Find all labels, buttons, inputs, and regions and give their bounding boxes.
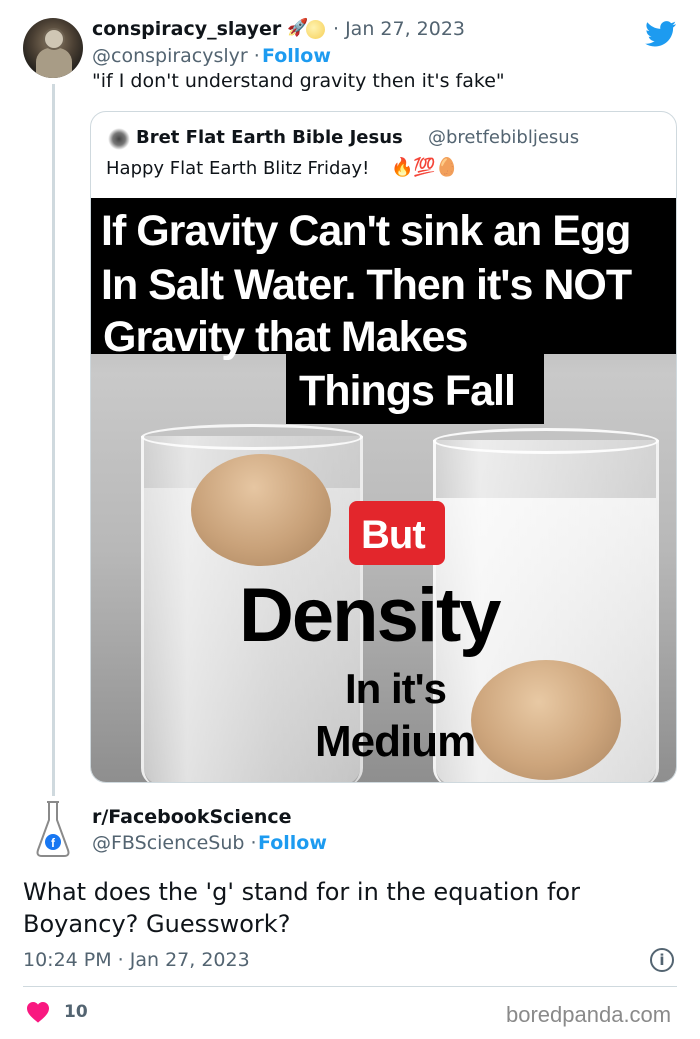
medium-label: Medium [315,717,476,766]
glass-rim-left [141,424,363,450]
reply-author-handle[interactable]: @FBScienceSub · [92,832,257,854]
reply-text: What does the 'g' stand for in the equat… [23,878,580,938]
meme-line-1: If Gravity Can't sink an Egg [101,207,631,255]
quoted-author-handle[interactable]: @bretfebibljesus [428,127,579,148]
author-handle[interactable]: @conspiracyslyr · [92,45,260,67]
meme-image[interactable]: If Gravity Can't sink an Egg In Salt Wat… [91,198,676,782]
like-count[interactable]: 10 [64,1002,88,1022]
author-name[interactable]: conspiracy_slayer [92,18,281,40]
info-icon[interactable]: i [650,948,674,972]
follow-button[interactable]: Follow [262,45,331,67]
reply-author-name[interactable]: r/FacebookScience [92,806,292,828]
quoted-author-name[interactable]: Bret Flat Earth Bible Jesus [136,127,403,148]
astronaut-body [36,48,72,78]
quoted-tweet[interactable]: Bret Flat Earth Bible Jesus @bretfebiblj… [90,111,677,783]
quoted-avatar[interactable] [108,128,130,150]
quoted-emojis: 🔥💯🥚 [391,157,459,178]
tweet-date[interactable]: · Jan 27, 2023 [333,18,465,40]
heart-icon[interactable] [26,1001,50,1023]
quoted-tweet-text: Happy Flat Earth Blitz Friday! [106,158,370,179]
density-label: Density [239,573,502,658]
watermark: boredpanda.com [506,1002,672,1027]
divider [23,986,677,987]
tweet-text: "if I don't understand gravity then it's… [92,70,505,92]
glass-rim-right [433,428,659,454]
meme-line-4: Things Fall [299,367,516,415]
in-its-label: In it's [345,665,447,712]
meme-line-2: In Salt Water. Then it's NOT [101,261,632,309]
egg-floating [191,454,331,566]
meme-line-3: Gravity that Makes [103,313,468,361]
moon-icon [306,20,325,39]
egg-sunk [471,660,621,780]
reply-timestamp[interactable]: 10:24 PM · Jan 27, 2023 [23,949,250,971]
flask-avatar-icon[interactable]: f [36,800,70,858]
reply-follow-button[interactable]: Follow [258,832,327,854]
avatar[interactable] [23,18,83,78]
twitter-bird-icon[interactable] [645,21,677,47]
thread-line [52,84,55,796]
astronaut-helmet [43,28,65,50]
but-label: But [361,513,426,557]
rocket-icon: 🚀 [287,18,309,38]
